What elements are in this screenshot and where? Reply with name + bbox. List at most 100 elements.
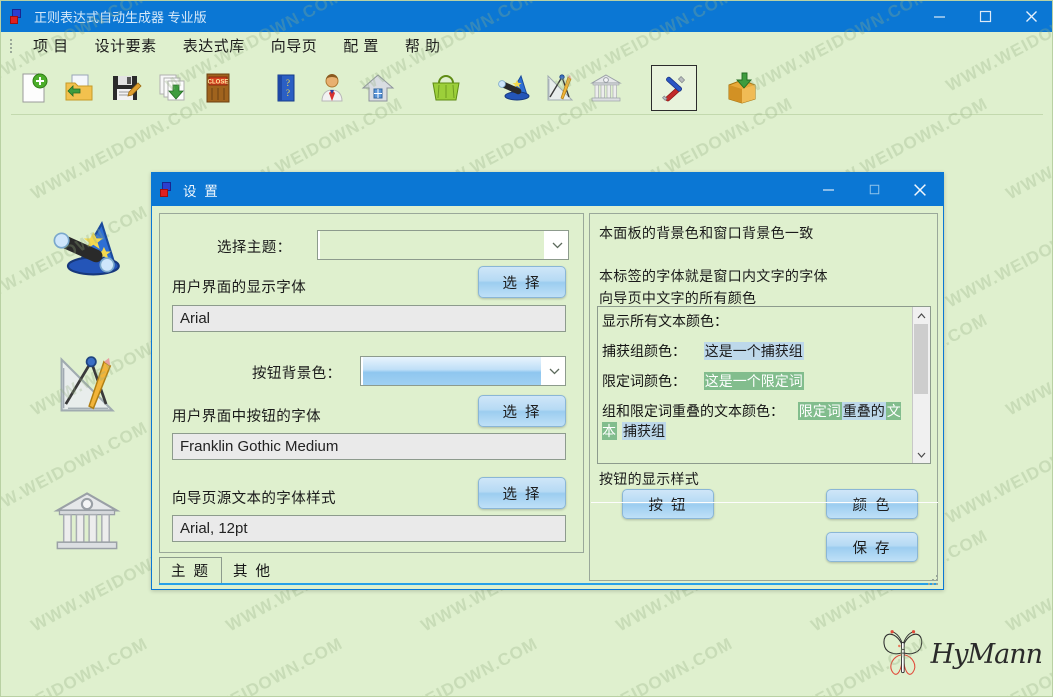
scrollbar-track[interactable] [913, 324, 930, 446]
button-font-value[interactable]: Franklin Gothic Medium [172, 433, 566, 460]
package-install-icon [728, 72, 756, 104]
qualifier-line: 限定词颜色： 这是一个限定词 [602, 371, 907, 391]
panel-background-note: 本面板的背景色和窗口背景色一致 [599, 225, 814, 241]
color-button[interactable]: 颜 色 [826, 489, 918, 519]
tab-other[interactable]: 其 他 [222, 558, 283, 583]
wizard-font-choose-button[interactable]: 选 择 [478, 477, 566, 509]
capture-group-line: 捕获组颜色： 这是一个捕获组 [602, 341, 907, 361]
minimize-icon[interactable] [916, 1, 962, 32]
theme-select[interactable] [317, 230, 569, 260]
button-style-label: 按钮的显示样式 [599, 471, 700, 487]
drafting-button[interactable] [537, 65, 583, 111]
menu-item-help[interactable]: 帮 助 [392, 33, 454, 59]
color-preview-content: 显示所有文本颜色： 捕获组颜色： 这是一个捕获组 限定词颜色： 这是一个限定词 [598, 307, 912, 463]
wizard-hat-icon [53, 220, 120, 276]
window-titlebar: 正则表达式自动生成器 专业版 [1, 1, 1052, 32]
menu-item-library[interactable]: 表达式库 [170, 33, 258, 59]
menu-grip-icon[interactable] [6, 36, 16, 56]
brand-logo: HyMann [877, 620, 1043, 688]
theme-label: 选择主题： [217, 240, 292, 256]
button-font-label: 用户界面中按钮的字体 [172, 409, 321, 425]
settings-tools-icon [662, 76, 686, 102]
side-icon-bank[interactable] [51, 485, 123, 557]
menubar: 项 目 设计要素 表达式库 向导页 配 置 帮 助 [1, 32, 1052, 60]
sample-button[interactable]: 按 钮 [622, 489, 714, 519]
scrollbar-thumb[interactable] [914, 324, 928, 394]
watermark-text: WWW.WEIDOWN.COM [942, 417, 1053, 528]
settings-dialog: 设 置 选择主题： 用户界面的显示字体 选 择 Arial 按钮背景色： 用户界… [151, 172, 944, 590]
user-button[interactable] [309, 65, 355, 111]
overlap-line: 组和限定词重叠的文本颜色： 限定词 重叠的 文本 捕获组 [602, 401, 907, 441]
qualifier-label: 限定词颜色： [602, 373, 686, 389]
brand-name: HyMann [930, 638, 1043, 670]
basket-button[interactable] [423, 65, 469, 111]
book-icon: ? ? [277, 74, 295, 102]
button-font-choose-button[interactable]: 选 择 [478, 395, 566, 427]
bank-button[interactable] [583, 65, 629, 111]
textarea-heading: 显示所有文本颜色： [602, 313, 728, 329]
wizard-button[interactable] [491, 65, 537, 111]
wizard-hat-icon [498, 74, 530, 101]
button-bgcolor-swatch [363, 357, 541, 385]
basket-icon [432, 75, 460, 101]
tabstrip: 主 题 其 他 [159, 557, 584, 583]
watermark-text: WWW.WEIDOWN.COM [552, 633, 736, 697]
capture-group-sample: 这是一个捕获组 [703, 342, 804, 360]
chevron-down-icon [543, 368, 565, 375]
dialog-titlebar: 设 置 [152, 173, 943, 206]
side-icon-wizard[interactable] [51, 213, 123, 285]
tab-underline [159, 583, 938, 585]
install-package-button[interactable] [719, 65, 765, 111]
watermark-text: WWW.WEIDOWN.COM [1002, 309, 1053, 420]
menu-item-project[interactable]: 项 目 [20, 33, 82, 59]
menu-item-config[interactable]: 配 置 [330, 33, 392, 59]
color-preview-textarea[interactable]: 显示所有文本颜色： 捕获组颜色： 这是一个捕获组 限定词颜色： 这是一个限定词 [597, 306, 931, 464]
save-as-button[interactable] [149, 65, 195, 111]
bank-building-icon [590, 74, 622, 102]
scroll-down-icon[interactable] [913, 446, 930, 463]
save-as-icon [159, 74, 185, 101]
chevron-down-icon [546, 242, 568, 249]
scroll-up-icon[interactable] [913, 307, 930, 324]
bank-building-icon [53, 492, 121, 550]
wizard-colors-note: 向导页中文字的所有颜色 [599, 290, 757, 306]
regex-app-icon [160, 181, 176, 198]
maximize-icon[interactable] [962, 1, 1008, 32]
dialog-close-icon[interactable] [897, 173, 943, 206]
save-button[interactable]: 保 存 [826, 532, 918, 562]
textarea-scrollbar[interactable] [912, 307, 930, 463]
close-door-icon: CLOSE [206, 73, 230, 103]
window-title: 正则表达式自动生成器 专业版 [34, 10, 207, 25]
dialog-minimize-icon[interactable] [805, 173, 851, 206]
library-button[interactable]: ? ? [263, 65, 309, 111]
save-floppy-icon [113, 76, 142, 100]
toolbar: CLOSE ? ? [11, 62, 1043, 114]
home-button[interactable] [355, 65, 401, 111]
dialog-title: 设 置 [183, 183, 220, 199]
svg-text:?: ? [286, 88, 290, 98]
application-window: WWW.WEIDOWN.COM WWW.WEIDOWN.COM WWW.WEIDOW… [0, 0, 1053, 697]
menu-item-wizard[interactable]: 向导页 [258, 33, 331, 59]
resize-grip[interactable] [928, 575, 940, 587]
watermark-text: WWW.WEIDOWN.COM [162, 633, 346, 697]
save-button[interactable] [103, 65, 149, 111]
tab-theme[interactable]: 主 题 [159, 557, 223, 583]
settings-button[interactable] [651, 65, 697, 111]
overlap-sample-group: 捕获组 [622, 422, 666, 440]
wizard-font-value[interactable]: Arial, 12pt [172, 515, 566, 542]
close-project-button[interactable]: CLOSE [195, 65, 241, 111]
close-icon[interactable] [1008, 1, 1052, 32]
side-icon-drafting[interactable] [51, 349, 123, 421]
watermark-text: WWW.WEIDOWN.COM [942, 201, 1053, 312]
user-icon [321, 74, 343, 102]
menu-item-design[interactable]: 设计要素 [82, 33, 170, 59]
open-folder-button[interactable] [57, 65, 103, 111]
ui-font-choose-button[interactable]: 选 择 [478, 266, 566, 298]
window-controls [916, 1, 1052, 32]
overlap-label: 组和限定词重叠的文本颜色： [602, 403, 784, 419]
dialog-maximize-icon[interactable] [851, 173, 897, 206]
button-bgcolor-select[interactable] [360, 356, 566, 386]
home-icon [361, 74, 395, 102]
ui-font-value[interactable]: Arial [172, 305, 566, 332]
new-document-button[interactable] [11, 65, 57, 111]
